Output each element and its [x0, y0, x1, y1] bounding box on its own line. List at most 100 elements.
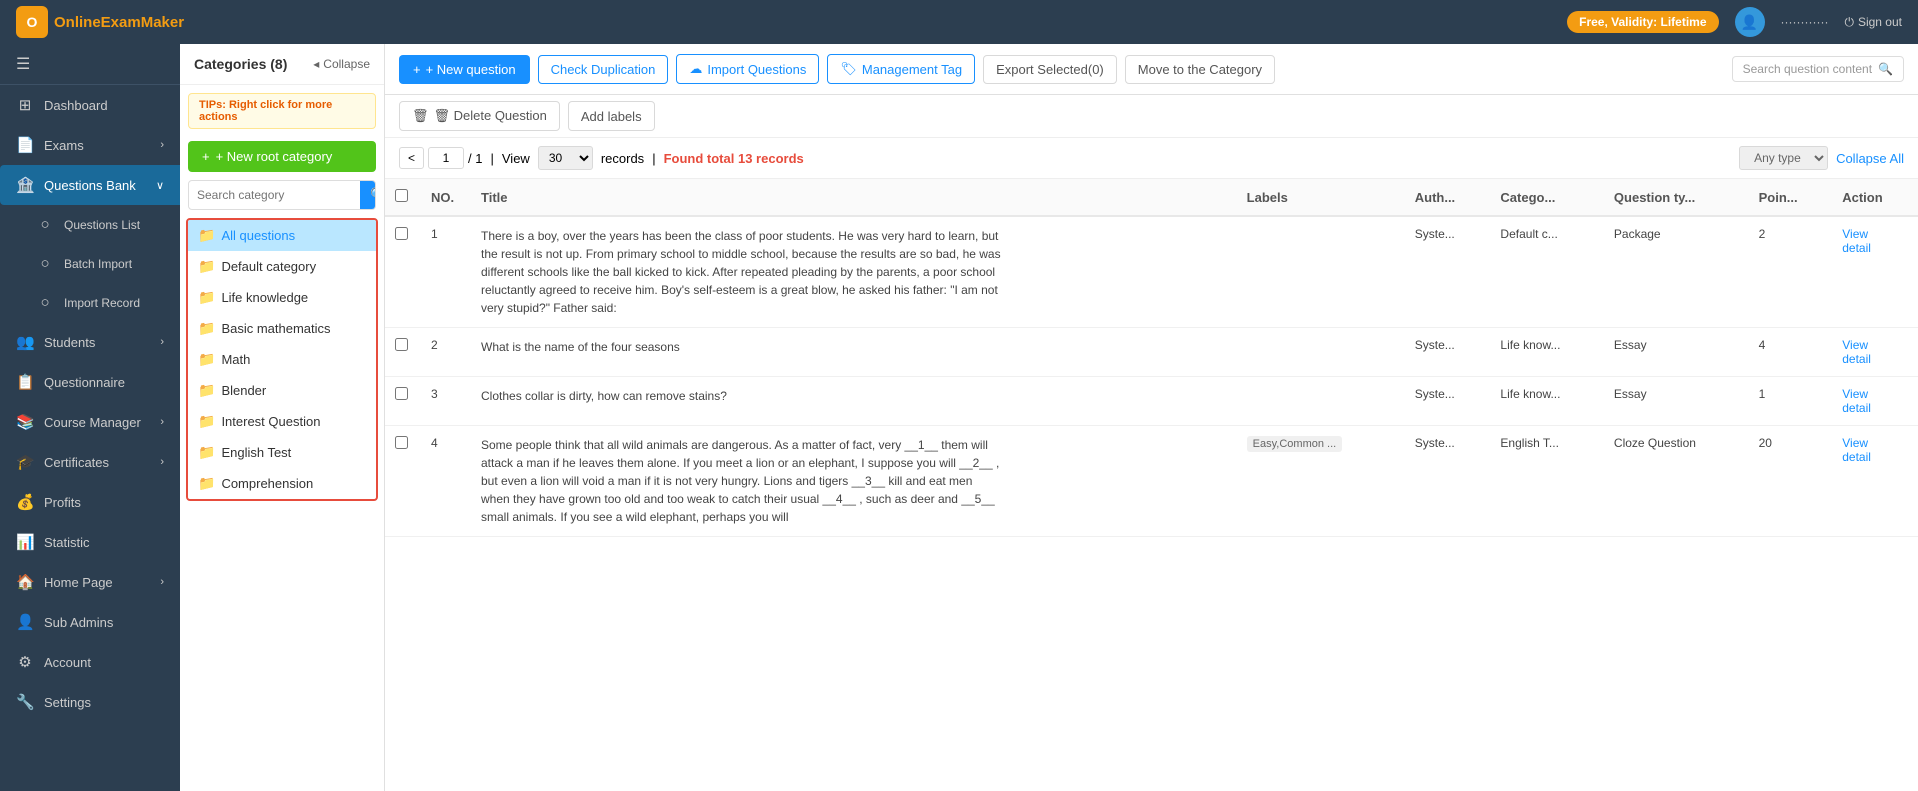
sidebar-item-account[interactable]: ⚙ Account	[0, 642, 180, 682]
type-filter-select[interactable]: Any type	[1739, 146, 1828, 170]
row4-no: 4	[421, 426, 471, 537]
sign-out-button[interactable]: ⏻ Sign out	[1844, 15, 1902, 30]
sidebar-label-exams: Exams	[44, 138, 84, 153]
certificates-arrow-icon: ›	[160, 456, 164, 468]
students-icon: 👥	[16, 333, 34, 351]
search-placeholder-text: Search question content	[1743, 62, 1872, 76]
row3-title: Clothes collar is dirty, how can remove …	[471, 377, 1237, 426]
toolbar-row1: + + New question Check Duplication ☁ Imp…	[385, 44, 1918, 95]
row2-points: 4	[1749, 328, 1833, 377]
header-points: Poin...	[1749, 179, 1833, 216]
cat-item-all[interactable]: 📁 All questions	[188, 220, 376, 251]
cat-item-english[interactable]: 📁 English Test	[188, 437, 376, 468]
row2-title: What is the name of the four seasons	[471, 328, 1237, 377]
sidebar-item-settings[interactable]: 🔧 Settings	[0, 682, 180, 722]
sidebar-item-statistic[interactable]: 📊 Statistic	[0, 522, 180, 562]
sidebar-label-batch-import: Batch Import	[64, 257, 132, 271]
row4-view-detail-button[interactable]: Viewdetail	[1842, 436, 1871, 464]
row1-checkbox[interactable]	[395, 227, 408, 240]
hamburger-icon[interactable]: ☰	[16, 56, 30, 73]
export-selected-button[interactable]: Export Selected(0)	[983, 55, 1117, 84]
delete-question-button[interactable]: 🗑 🗑 Delete Question	[399, 101, 560, 131]
cat-item-interest[interactable]: 📁 Interest Question	[188, 406, 376, 437]
row4-labels: Easy,Common ...	[1237, 426, 1405, 537]
total-pages: / 1	[468, 151, 482, 166]
found-suffix: records	[756, 151, 804, 166]
row2-view-detail-button[interactable]: Viewdetail	[1842, 338, 1871, 366]
row2-action: Viewdetail	[1832, 328, 1918, 377]
row1-points: 2	[1749, 216, 1833, 328]
collapse-button[interactable]: ◂ Collapse	[313, 57, 370, 71]
found-count: 13	[738, 151, 756, 166]
row3-checkbox[interactable]	[395, 387, 408, 400]
categories-count: (8)	[270, 56, 287, 72]
categories-panel: Categories (8) ◂ Collapse TIPs: Right cl…	[180, 44, 385, 791]
cat-item-basic-math[interactable]: 📁 Basic mathematics	[188, 313, 376, 344]
hamburger-menu[interactable]: ☰	[0, 44, 180, 85]
row4-checkbox[interactable]	[395, 436, 408, 449]
sidebar-item-import-record[interactable]: ○ Import Record	[0, 283, 180, 322]
category-search-input[interactable]	[189, 183, 360, 207]
statistic-icon: 📊	[16, 533, 34, 551]
new-root-category-button[interactable]: + + New root category	[188, 141, 376, 172]
cat-item-blender[interactable]: 📁 Blender	[188, 375, 376, 406]
row3-view-detail-button[interactable]: Viewdetail	[1842, 387, 1871, 415]
view-select[interactable]: 30 50 100	[538, 146, 593, 170]
collapse-all-button[interactable]: Collapse All	[1836, 151, 1904, 166]
row2-checkbox[interactable]	[395, 338, 408, 351]
cat-label-life: Life knowledge	[221, 290, 308, 305]
collapse-arrow-icon: ◂	[313, 57, 319, 71]
select-all-checkbox[interactable]	[395, 189, 408, 202]
found-text: Found total 13 records	[664, 151, 804, 166]
exams-icon: 📄	[16, 136, 34, 154]
sidebar-item-exams[interactable]: 📄 Exams ›	[0, 125, 180, 165]
sidebar-item-certificates[interactable]: 🎓 Certificates ›	[0, 442, 180, 482]
cat-item-life[interactable]: 📁 Life knowledge	[188, 282, 376, 313]
row2-labels	[1237, 328, 1405, 377]
sidebar-item-questions-bank[interactable]: 🏦 Questions Bank ∨	[0, 165, 180, 205]
categories-header: Categories (8) ◂ Collapse	[180, 44, 384, 85]
categories-title: Categories (8)	[194, 56, 287, 72]
management-tag-button[interactable]: 🏷 Management Tag	[827, 54, 975, 84]
sidebar-item-questionnaire[interactable]: 📋 Questionnaire	[0, 362, 180, 402]
sidebar-item-profits[interactable]: 💰 Profits	[0, 482, 180, 522]
cat-item-default[interactable]: 📁 Default category	[188, 251, 376, 282]
brand-name-highlight: Online	[54, 14, 101, 31]
prev-page-button[interactable]: <	[399, 147, 424, 169]
sidebar-item-sub-admins[interactable]: 👤 Sub Admins	[0, 602, 180, 642]
avatar: 👤	[1735, 7, 1765, 37]
sidebar-item-home-page[interactable]: 🏠 Home Page ›	[0, 562, 180, 602]
table: NO. Title Labels Auth... Catego... Quest…	[385, 179, 1918, 537]
sidebar-item-questions-list[interactable]: ○ Questions List	[0, 205, 180, 244]
brand-name-text: ExamMaker	[101, 14, 184, 31]
folder-icon-life: 📁	[198, 289, 215, 306]
category-search-button[interactable]: 🔍	[360, 181, 376, 209]
row2-category: Life know...	[1490, 328, 1603, 377]
sidebar-item-students[interactable]: 👥 Students ›	[0, 322, 180, 362]
search-content-bar[interactable]: Search question content 🔍	[1732, 56, 1904, 82]
sidebar-item-course-manager[interactable]: 📚 Course Manager ›	[0, 402, 180, 442]
new-question-button[interactable]: + + New question	[399, 55, 530, 84]
cat-item-comprehension[interactable]: 📁 Comprehension	[188, 468, 376, 499]
add-labels-button[interactable]: Add labels	[568, 101, 655, 131]
sidebar-item-batch-import[interactable]: ○ Batch Import	[0, 244, 180, 283]
user-name: ············	[1781, 15, 1829, 29]
brand-logo: O OnlineExamMaker	[16, 6, 184, 38]
header-row: NO. Title Labels Auth... Catego... Quest…	[385, 179, 1918, 216]
row3-points: 1	[1749, 377, 1833, 426]
check-duplication-button[interactable]: Check Duplication	[538, 55, 669, 84]
sidebar-item-dashboard[interactable]: ⊞ Dashboard	[0, 85, 180, 125]
move-to-category-button[interactable]: Move to the Category	[1125, 55, 1275, 84]
sidebar-label-questions-list: Questions List	[64, 218, 140, 232]
home-arrow-icon: ›	[160, 576, 164, 588]
separator2: |	[652, 151, 655, 166]
row4-type: Cloze Question	[1604, 426, 1749, 537]
row4-auth: Syste...	[1405, 426, 1491, 537]
label-badge-easy: Easy,Common ...	[1247, 436, 1343, 452]
questions-bank-arrow-icon: ∨	[156, 179, 164, 192]
sidebar-label-sub-admins: Sub Admins	[44, 615, 113, 630]
row1-view-detail-button[interactable]: Viewdetail	[1842, 227, 1871, 255]
cat-item-math[interactable]: 📁 Math	[188, 344, 376, 375]
page-input[interactable]	[428, 147, 464, 169]
import-questions-button[interactable]: ☁ Import Questions	[676, 54, 819, 84]
